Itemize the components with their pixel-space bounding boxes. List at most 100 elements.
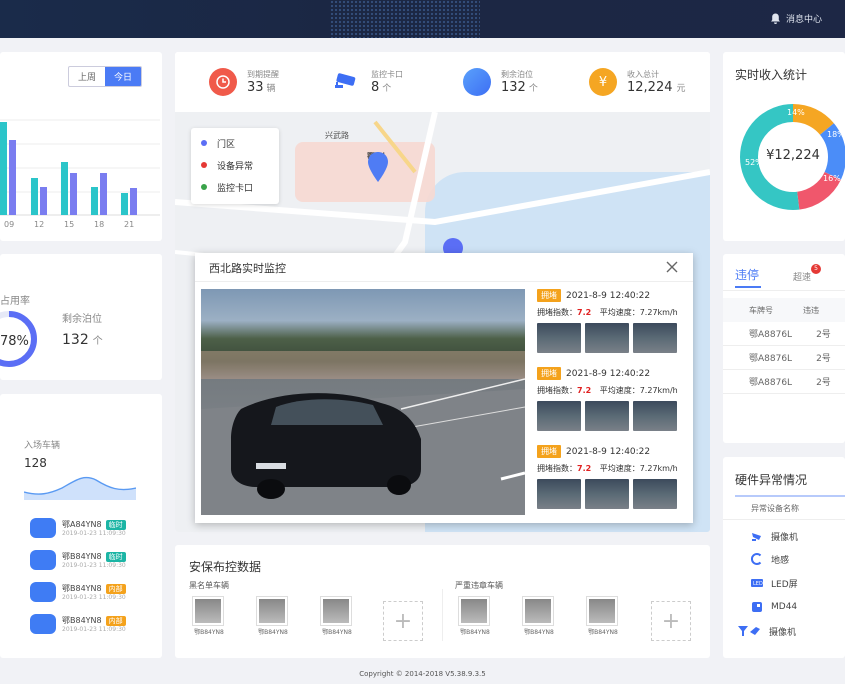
table-header: 车牌号 违违 bbox=[723, 298, 845, 322]
hardware-item[interactable]: 摄像机 bbox=[737, 619, 796, 643]
thumbnail[interactable] bbox=[633, 401, 677, 431]
bar bbox=[70, 173, 77, 215]
close-button[interactable] bbox=[665, 259, 679, 273]
congestion-badge: 拥堵 bbox=[537, 445, 561, 458]
thumbnail[interactable] bbox=[585, 401, 629, 431]
congestion-badge: 拥堵 bbox=[537, 367, 561, 380]
table-row[interactable]: 鄂A8876L 2号 bbox=[723, 346, 845, 370]
list-item[interactable]: 鄂B84YN8 临时 2019-01-23 11:09:30 bbox=[30, 544, 160, 576]
security-divider bbox=[442, 589, 443, 641]
congestion-badge: 拥堵 bbox=[537, 289, 561, 302]
week-toggle: 上周 今日 bbox=[68, 66, 143, 87]
legend-dot bbox=[201, 184, 207, 190]
sensor-icon bbox=[751, 553, 762, 565]
hardware-item[interactable]: MD44 bbox=[751, 595, 797, 619]
income-card: 实时收入统计 ¥12,224 14% 18% 16% 52% bbox=[723, 52, 845, 241]
legend-dot bbox=[201, 162, 207, 168]
vehicle-tag: 临时 bbox=[105, 552, 126, 562]
bar bbox=[100, 173, 107, 215]
last-week-button[interactable]: 上周 bbox=[69, 67, 105, 86]
thumbnail[interactable] bbox=[585, 479, 629, 509]
event-list: 拥堵 2021-8-9 12:40:22 拥堵指数：7.2 平均速度：7.27k… bbox=[537, 289, 687, 523]
top-bar: 消息中心 bbox=[0, 0, 845, 38]
event-item[interactable]: 拥堵 2021-8-9 12:40:22 拥堵指数：7.2 平均速度：7.27k… bbox=[537, 367, 687, 445]
stat-checkpoints: 监控卡口 8个 bbox=[309, 52, 443, 112]
active-tab-indicator bbox=[735, 286, 761, 288]
vehicle-list: 鄂A84YN8 临时 2019-01-23 11:09:30 鄂B84YN8 临时 … bbox=[30, 512, 160, 640]
event-item[interactable]: 拥堵 2021-8-9 12:40:22 拥堵指数：7.2 平均速度：7.27k… bbox=[537, 289, 687, 367]
violations-card: 违停 超速 5 车牌号 违违 鄂A8876L 2号 鄂A8876L 2号 鄂A887… bbox=[723, 254, 845, 443]
vehicle-thumbnail bbox=[257, 597, 287, 625]
traffic-bar-card: 上周 今日 09 12 15 18 21 bbox=[0, 52, 162, 241]
video-road bbox=[201, 378, 525, 515]
violation-label: 严重违章车辆 bbox=[455, 581, 503, 590]
tab-speeding[interactable]: 超速 bbox=[793, 270, 811, 283]
parking-icon bbox=[463, 68, 491, 96]
tabs-divider bbox=[723, 290, 845, 291]
thumbnail[interactable] bbox=[633, 479, 677, 509]
tick-label: 21 bbox=[124, 220, 135, 229]
modal-title: 西北路实时监控 bbox=[209, 262, 286, 275]
table-row[interactable]: 鄂A8876L 2号 bbox=[723, 370, 845, 394]
thumbnail[interactable] bbox=[633, 323, 677, 353]
blacklist-vehicle[interactable]: 鄂B84YN8 bbox=[251, 597, 295, 643]
thumbnail[interactable] bbox=[537, 479, 581, 509]
thumbnail[interactable] bbox=[585, 323, 629, 353]
list-item[interactable]: 鄂A84YN8 临时 2019-01-23 11:09:30 bbox=[30, 512, 160, 544]
car-icon bbox=[30, 518, 56, 538]
messages-label: 消息中心 bbox=[786, 15, 823, 25]
messages-link[interactable]: 消息中心 bbox=[770, 12, 822, 25]
tick-label: 09 bbox=[4, 220, 15, 229]
video-feed[interactable] bbox=[201, 289, 525, 515]
car-icon bbox=[30, 550, 56, 570]
slice-label: 52% bbox=[745, 158, 763, 167]
blacklist-vehicle[interactable]: 鄂B84YN8 bbox=[315, 597, 359, 643]
thumbnail[interactable] bbox=[537, 323, 581, 353]
violation-vehicle[interactable]: 鄂B84YN8 bbox=[453, 597, 497, 643]
list-item[interactable]: 鄂B84YN8 内部 2019-01-23 11:09:30 bbox=[30, 576, 160, 608]
add-blacklist-button[interactable]: + bbox=[383, 601, 423, 641]
vehicle-tag: 内部 bbox=[105, 584, 126, 594]
car-icon bbox=[30, 614, 56, 634]
map-pin[interactable] bbox=[367, 152, 389, 182]
footer-copyright: Copyright © 2014-2018 V5.38.9.3.5 bbox=[359, 670, 486, 678]
slice-label: 16% bbox=[823, 174, 841, 183]
thumbnail[interactable] bbox=[537, 401, 581, 431]
vehicle-tag: 临时 bbox=[105, 520, 126, 530]
occupancy-percent: 78% bbox=[0, 334, 29, 349]
hardware-header-line bbox=[723, 519, 845, 520]
blacklist-vehicle[interactable]: 鄂B84YN8 bbox=[187, 597, 231, 643]
remaining-value: 132 个 bbox=[62, 332, 103, 348]
security-card: 安保布控数据 黑名单车辆 严重违章车辆 鄂B84YN8 鄂B84YN8 鄂B84… bbox=[175, 545, 710, 658]
car-icon bbox=[30, 582, 56, 602]
today-button[interactable]: 今日 bbox=[105, 67, 142, 86]
modal-divider bbox=[195, 281, 693, 282]
slice-label: 14% bbox=[787, 108, 805, 117]
entry-sparkline bbox=[24, 476, 136, 500]
hardware-item[interactable]: LED LED屏 bbox=[751, 571, 798, 595]
event-thumbnails bbox=[537, 323, 687, 353]
vehicle-tag: 内部 bbox=[105, 616, 126, 626]
hardware-item[interactable]: 摄像机 bbox=[751, 525, 798, 547]
bar bbox=[91, 187, 98, 215]
list-item[interactable]: 鄂B84YN8 内部 2019-01-23 11:09:30 bbox=[30, 608, 160, 640]
hardware-col-name: 异常设备名称 bbox=[751, 504, 799, 513]
stat-expiry: 到期提醒 33 辆 bbox=[175, 52, 309, 112]
entry-card: 入场车辆 128 鄂A84YN8 临时 2019-01-23 11:09:30 鄂… bbox=[0, 394, 162, 658]
tab-parking[interactable]: 违停 bbox=[735, 266, 759, 283]
hardware-item[interactable]: 地感 bbox=[751, 547, 789, 571]
violation-vehicle[interactable]: 鄂B84YN8 bbox=[581, 597, 625, 643]
add-violation-button[interactable]: + bbox=[651, 601, 691, 641]
entry-value: 128 bbox=[24, 456, 47, 470]
violation-vehicle[interactable]: 鄂B84YN8 bbox=[517, 597, 561, 643]
camera-icon bbox=[752, 533, 761, 541]
vehicle-thumbnail bbox=[193, 597, 223, 625]
hardware-divider bbox=[735, 495, 845, 497]
close-icon bbox=[666, 261, 678, 273]
monitor-modal: 西北路实时监控 拥堵 2021-8-9 12:40:22 拥堵指数：7.2 平均… bbox=[195, 253, 693, 523]
table-row[interactable]: 鄂A8876L 2号 bbox=[723, 322, 845, 346]
clock-icon bbox=[209, 68, 237, 96]
led-icon: LED bbox=[751, 579, 763, 587]
yen-icon: ¥ bbox=[589, 68, 617, 96]
event-item[interactable]: 拥堵 2021-8-9 12:40:22 拥堵指数：7.2 平均速度：7.27k… bbox=[537, 445, 687, 523]
